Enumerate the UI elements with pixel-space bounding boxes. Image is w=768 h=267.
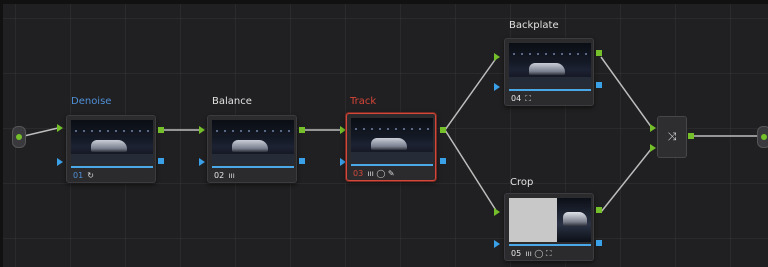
rgb-output-port[interactable] (299, 127, 305, 133)
rgb-input-port[interactable] (494, 53, 500, 61)
wire-track-backplate (444, 56, 498, 131)
mixer-output-port[interactable] (688, 133, 694, 139)
wire-track-crop (444, 129, 498, 213)
curves-icon: ııı (228, 171, 235, 180)
node-number: 02 (214, 171, 225, 180)
wire-crop-mixer (600, 147, 653, 213)
rgb-output-port[interactable] (158, 127, 164, 133)
key-output-port[interactable] (158, 158, 164, 164)
rgb-output-port[interactable] (596, 207, 602, 213)
rgb-input-port[interactable] (57, 124, 63, 132)
mixer-input-port-2[interactable] (650, 144, 656, 152)
node-number: 05 (511, 249, 522, 258)
rgb-input-port[interactable] (199, 126, 205, 134)
sizing-icon: ⛶ (525, 94, 531, 103)
node-number: 01 (73, 171, 84, 180)
mixer-input-port-1[interactable] (650, 124, 656, 132)
node-crop[interactable]: 05 ııı ◯ ⛶ (504, 193, 594, 261)
noise-reduction-icon: ↻ (87, 171, 94, 180)
node-denoise[interactable]: 01 ↻ (66, 115, 156, 183)
rgb-input-port[interactable] (494, 208, 500, 216)
key-output-port[interactable] (299, 158, 305, 164)
node-label-track: Track (350, 96, 377, 107)
node-label-denoise: Denoise (71, 96, 112, 107)
key-output-port[interactable] (440, 158, 446, 164)
key-input-port[interactable] (199, 158, 205, 166)
tracker-icon: ııı ◯ ✎ (367, 169, 395, 178)
node-thumbnail (509, 43, 591, 87)
key-output-port[interactable] (596, 82, 602, 88)
wire-input-denoise (23, 127, 59, 137)
key-input-port[interactable] (57, 158, 63, 166)
rgb-output-port[interactable] (596, 50, 602, 56)
node-number: 04 (511, 94, 522, 103)
window-sizing-icon: ııı ◯ ⛶ (525, 249, 552, 258)
layer-mixer-node[interactable]: ⤨ (657, 116, 687, 158)
node-backplate[interactable]: 04 ⛶ (504, 38, 594, 106)
node-thumbnail (71, 120, 153, 164)
rgb-output-port[interactable] (440, 127, 446, 133)
key-input-port[interactable] (494, 83, 500, 91)
node-label-balance: Balance (212, 96, 252, 107)
node-track[interactable]: 03 ııı ◯ ✎ (346, 113, 436, 181)
node-balance[interactable]: 02 ııı (207, 115, 297, 183)
output-node[interactable] (757, 126, 768, 148)
wire-backplate-mixer (600, 56, 653, 129)
node-thumbnail (212, 120, 294, 164)
node-label-backplate: Backplate (509, 20, 559, 31)
key-input-port[interactable] (494, 240, 500, 248)
mixer-icon: ⤨ (667, 130, 677, 143)
node-number: 03 (353, 169, 364, 178)
node-thumbnail (509, 198, 591, 242)
node-thumbnail (351, 118, 433, 162)
key-output-port[interactable] (596, 240, 602, 246)
node-label-crop: Crop (510, 177, 534, 188)
source-input-node[interactable] (12, 126, 26, 148)
